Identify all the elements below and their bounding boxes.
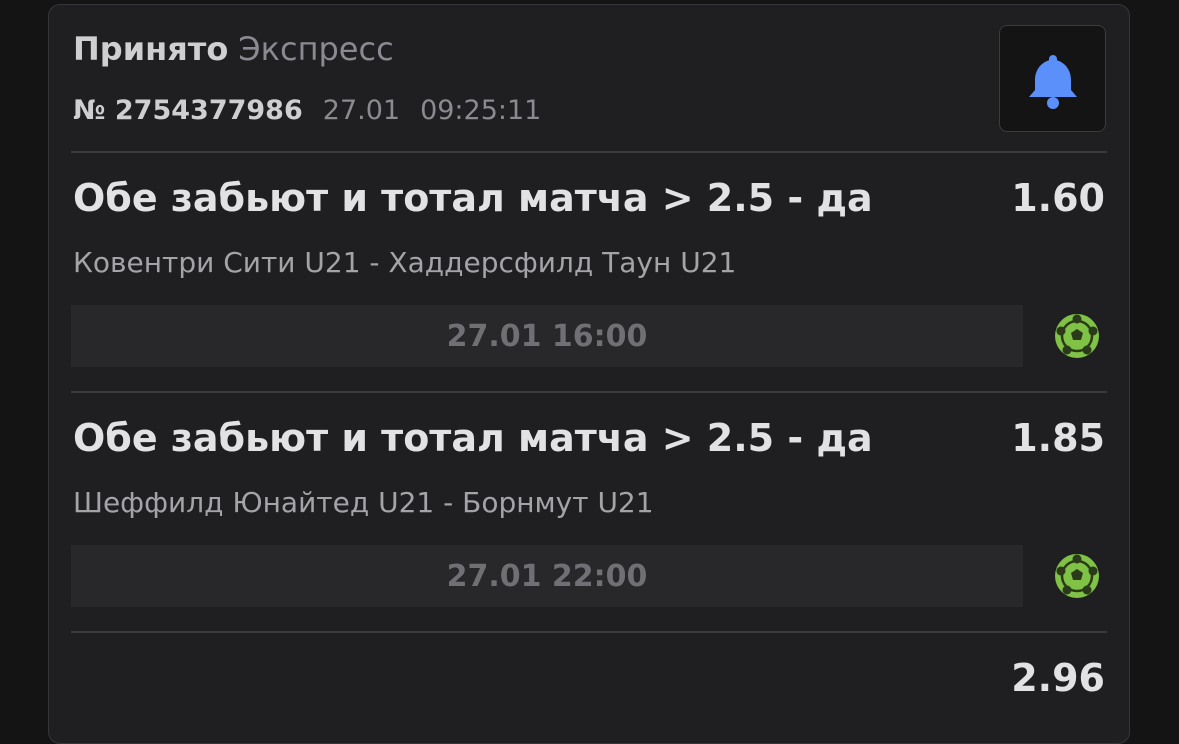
bet-date: 27.01 <box>322 95 401 126</box>
bet-time: 09:25:11 <box>420 95 542 126</box>
bet-card: Принято Экспресс № 2754377986 27.01 09:25:1… <box>48 4 1130 744</box>
event-odds: 1.60 <box>1011 176 1105 220</box>
bell-icon <box>1028 54 1077 109</box>
bet-status: Принято <box>73 30 229 68</box>
event-market: Обе забьют и тотал матча > 2.5 - да <box>73 416 873 460</box>
bet-number: № 2754377986 <box>73 95 303 126</box>
event-start-time: 27.01 22:00 <box>71 545 1023 607</box>
bet-meta: № 2754377986 27.01 09:25:11 <box>73 93 541 129</box>
total-odds: 2.96 <box>1011 656 1105 700</box>
bet-type: Экспресс <box>238 30 394 68</box>
event-odds: 1.85 <box>1011 416 1105 460</box>
soccer-ball-icon <box>1055 314 1099 358</box>
bet-header-title: Принято Экспресс <box>73 27 394 71</box>
event-teams: Шеффилд Юнайтед U21 - Борнмут U21 <box>73 486 654 519</box>
event-row: Обе забьют и тотал матча > 2.5 - да 1.85… <box>49 393 1129 633</box>
event-row: Обе забьют и тотал матча > 2.5 - да 1.60… <box>49 153 1129 393</box>
notify-button[interactable] <box>999 25 1106 132</box>
event-start-time: 27.01 16:00 <box>71 305 1023 367</box>
soccer-ball-icon <box>1055 554 1099 598</box>
event-market: Обе забьют и тотал матча > 2.5 - да <box>73 176 873 220</box>
event-teams: Ковентри Сити U21 - Хаддерсфилд Таун U21 <box>73 246 737 279</box>
divider <box>71 631 1107 633</box>
